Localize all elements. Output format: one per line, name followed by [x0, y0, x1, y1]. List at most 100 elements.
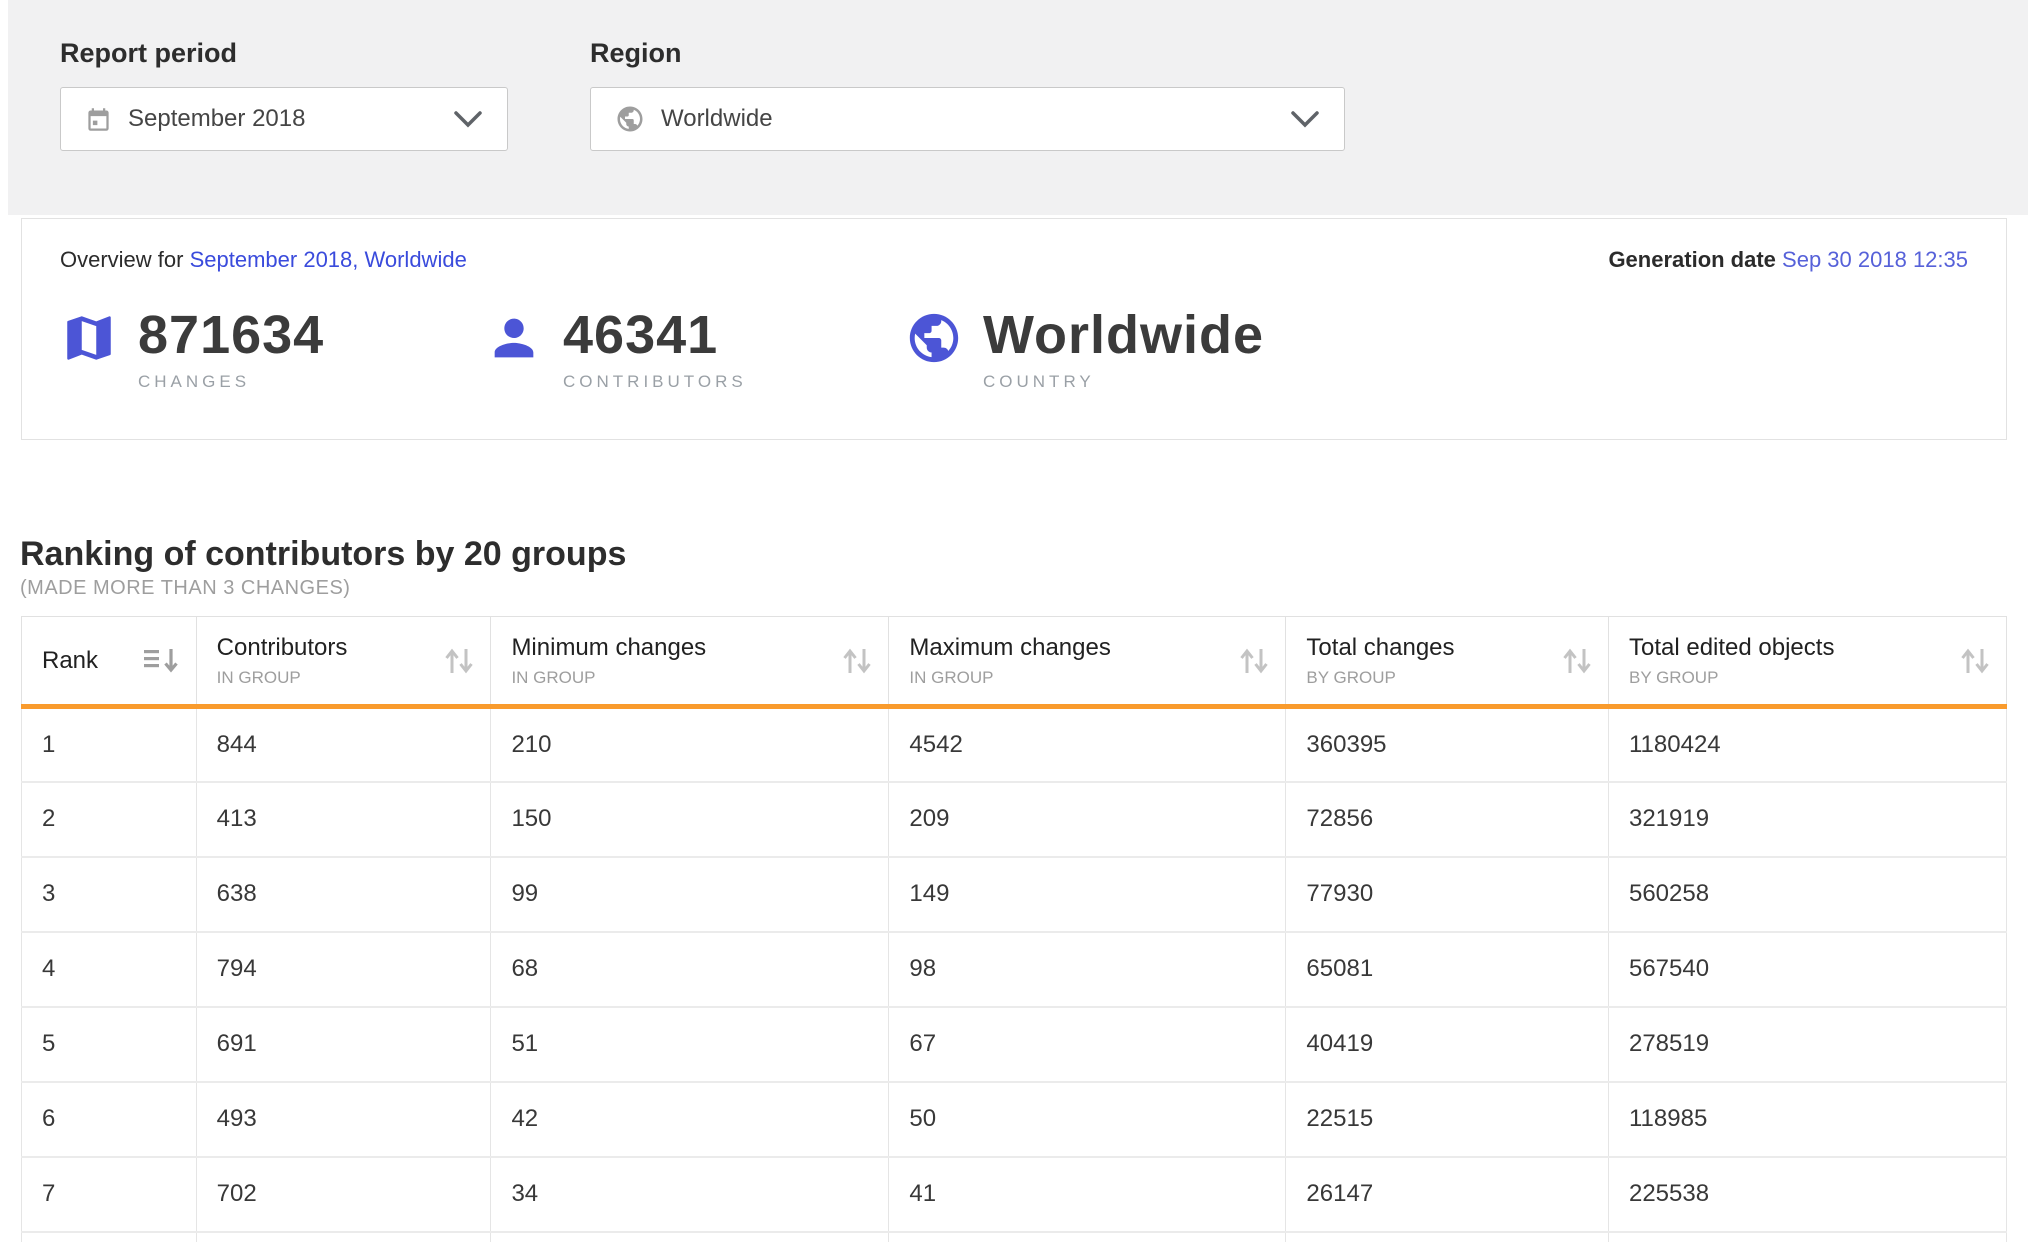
cell-contributors: 638 — [196, 857, 491, 932]
column-sublabel: BY GROUP — [1306, 668, 1454, 688]
cell-min-changes: 99 — [491, 857, 889, 932]
col-header-rank[interactable]: Rank — [22, 617, 197, 707]
table-header-row: Rank Contributors — [22, 617, 2007, 707]
contributors-count: 46341 — [563, 307, 747, 364]
cell-contributors: 493 — [196, 1082, 491, 1157]
sort-updown-icon[interactable] — [1560, 647, 1594, 675]
region-value: Worldwide — [661, 105, 773, 133]
cell-rank: 7 — [22, 1157, 197, 1232]
cell-min-changes: 150 — [491, 782, 889, 857]
cell-total-edited: 560258 — [1608, 857, 2006, 932]
col-header-max-changes[interactable]: Maximum changes IN GROUP — [889, 617, 1286, 707]
cell-total-changes: 26147 — [1286, 1157, 1609, 1232]
cell-min-changes: 51 — [491, 1007, 889, 1082]
cell-rank: 5 — [22, 1007, 197, 1082]
generation-date: Generation date Sep 30 2018 12:35 — [1608, 247, 1968, 273]
table-row-partial — [22, 1232, 2007, 1242]
overview-card: Overview for September 2018, Worldwide G… — [21, 218, 2007, 440]
filter-bar: Report period September 2018 Region Worl… — [8, 0, 2028, 215]
column-label: Maximum changes — [909, 634, 1110, 662]
table-row: 4 794 68 98 65081 567540 — [22, 932, 2007, 1007]
column-sublabel: BY GROUP — [1629, 668, 1834, 688]
cell-min-changes: 210 — [491, 707, 889, 782]
cell-contributors: 794 — [196, 932, 491, 1007]
column-sublabel: IN GROUP — [511, 668, 706, 688]
table-row: 7 702 34 41 26147 225538 — [22, 1157, 2007, 1232]
cell-max-changes: 67 — [889, 1007, 1286, 1082]
stat-country: Worldwide COUNTRY — [905, 307, 1264, 392]
col-header-contributors[interactable]: Contributors IN GROUP — [196, 617, 491, 707]
cell-max-changes: 4542 — [889, 707, 1286, 782]
stat-contributors: 46341 CONTRIBUTORS — [485, 307, 905, 392]
col-header-total-changes[interactable]: Total changes BY GROUP — [1286, 617, 1609, 707]
cell-total-edited: 278519 — [1608, 1007, 2006, 1082]
contributors-label: CONTRIBUTORS — [563, 372, 747, 392]
column-label: Total edited objects — [1629, 634, 1834, 662]
column-label: Total changes — [1306, 634, 1454, 662]
cell-rank: 3 — [22, 857, 197, 932]
cell-min-changes: 34 — [491, 1157, 889, 1232]
cell-rank: 6 — [22, 1082, 197, 1157]
cell-contributors: 413 — [196, 782, 491, 857]
report-period-label: Report period — [60, 38, 508, 69]
region-group: Region Worldwide — [590, 38, 1345, 215]
cell-max-changes: 50 — [889, 1082, 1286, 1157]
cell-total-edited: 118985 — [1608, 1082, 2006, 1157]
table-row: 6 493 42 50 22515 118985 — [22, 1082, 2007, 1157]
cell-total-changes: 65081 — [1286, 932, 1609, 1007]
cell-total-changes: 360395 — [1286, 707, 1609, 782]
overview-period-link[interactable]: September 2018, Worldwide — [190, 247, 467, 272]
sort-updown-icon[interactable] — [1958, 647, 1992, 675]
cell-contributors: 844 — [196, 707, 491, 782]
overview-prefix: Overview for — [60, 247, 183, 272]
cell-max-changes: 41 — [889, 1157, 1286, 1232]
column-label: Minimum changes — [511, 634, 706, 662]
cell-rank: 2 — [22, 782, 197, 857]
column-label: Contributors — [217, 634, 348, 662]
table-row: 5 691 51 67 40419 278519 — [22, 1007, 2007, 1082]
sort-amount-icon[interactable] — [142, 648, 182, 674]
cell-total-changes: 77930 — [1286, 857, 1609, 932]
cell-total-changes: 22515 — [1286, 1082, 1609, 1157]
cell-total-changes: 40419 — [1286, 1007, 1609, 1082]
region-select[interactable]: Worldwide — [590, 87, 1345, 151]
cell-min-changes: 42 — [491, 1082, 889, 1157]
cell-max-changes: 98 — [889, 932, 1286, 1007]
overview-heading: Overview for September 2018, Worldwide — [60, 247, 467, 273]
globe-gray-icon — [615, 104, 645, 134]
cell-rank: 4 — [22, 932, 197, 1007]
ranking-subtitle: (MADE MORE THAN 3 CHANGES) — [20, 577, 2028, 600]
table-row: 1 844 210 4542 360395 1180424 — [22, 707, 2007, 782]
country-name: Worldwide — [983, 307, 1264, 364]
column-label: Rank — [42, 647, 98, 675]
calendar-icon — [85, 106, 112, 133]
col-header-total-edited[interactable]: Total edited objects BY GROUP — [1608, 617, 2006, 707]
cell-total-edited: 225538 — [1608, 1157, 2006, 1232]
chevron-down-icon — [453, 110, 483, 128]
cell-total-changes: 72856 — [1286, 782, 1609, 857]
sort-updown-icon[interactable] — [442, 647, 476, 675]
col-header-min-changes[interactable]: Minimum changes IN GROUP — [491, 617, 889, 707]
stat-changes: 871634 CHANGES — [60, 307, 485, 392]
generation-date-label: Generation date — [1608, 247, 1775, 272]
person-icon — [485, 309, 543, 367]
ranking-title: Ranking of contributors by 20 groups — [20, 536, 2028, 573]
country-label: COUNTRY — [983, 372, 1264, 392]
table-row: 2 413 150 209 72856 321919 — [22, 782, 2007, 857]
ranking-table: Rank Contributors — [21, 616, 2007, 1242]
map-icon — [60, 309, 118, 367]
sort-updown-icon[interactable] — [1237, 647, 1271, 675]
report-period-select[interactable]: September 2018 — [60, 87, 508, 151]
cell-max-changes: 149 — [889, 857, 1286, 932]
sort-updown-icon[interactable] — [840, 647, 874, 675]
generation-date-value[interactable]: Sep 30 2018 12:35 — [1782, 247, 1968, 272]
chevron-down-icon — [1290, 110, 1320, 128]
cell-min-changes: 68 — [491, 932, 889, 1007]
changes-label: CHANGES — [138, 372, 324, 392]
globe-icon — [905, 309, 963, 367]
report-period-value: September 2018 — [128, 105, 305, 133]
column-sublabel: IN GROUP — [217, 668, 348, 688]
cell-contributors: 702 — [196, 1157, 491, 1232]
column-sublabel: IN GROUP — [909, 668, 1110, 688]
cell-contributors: 691 — [196, 1007, 491, 1082]
